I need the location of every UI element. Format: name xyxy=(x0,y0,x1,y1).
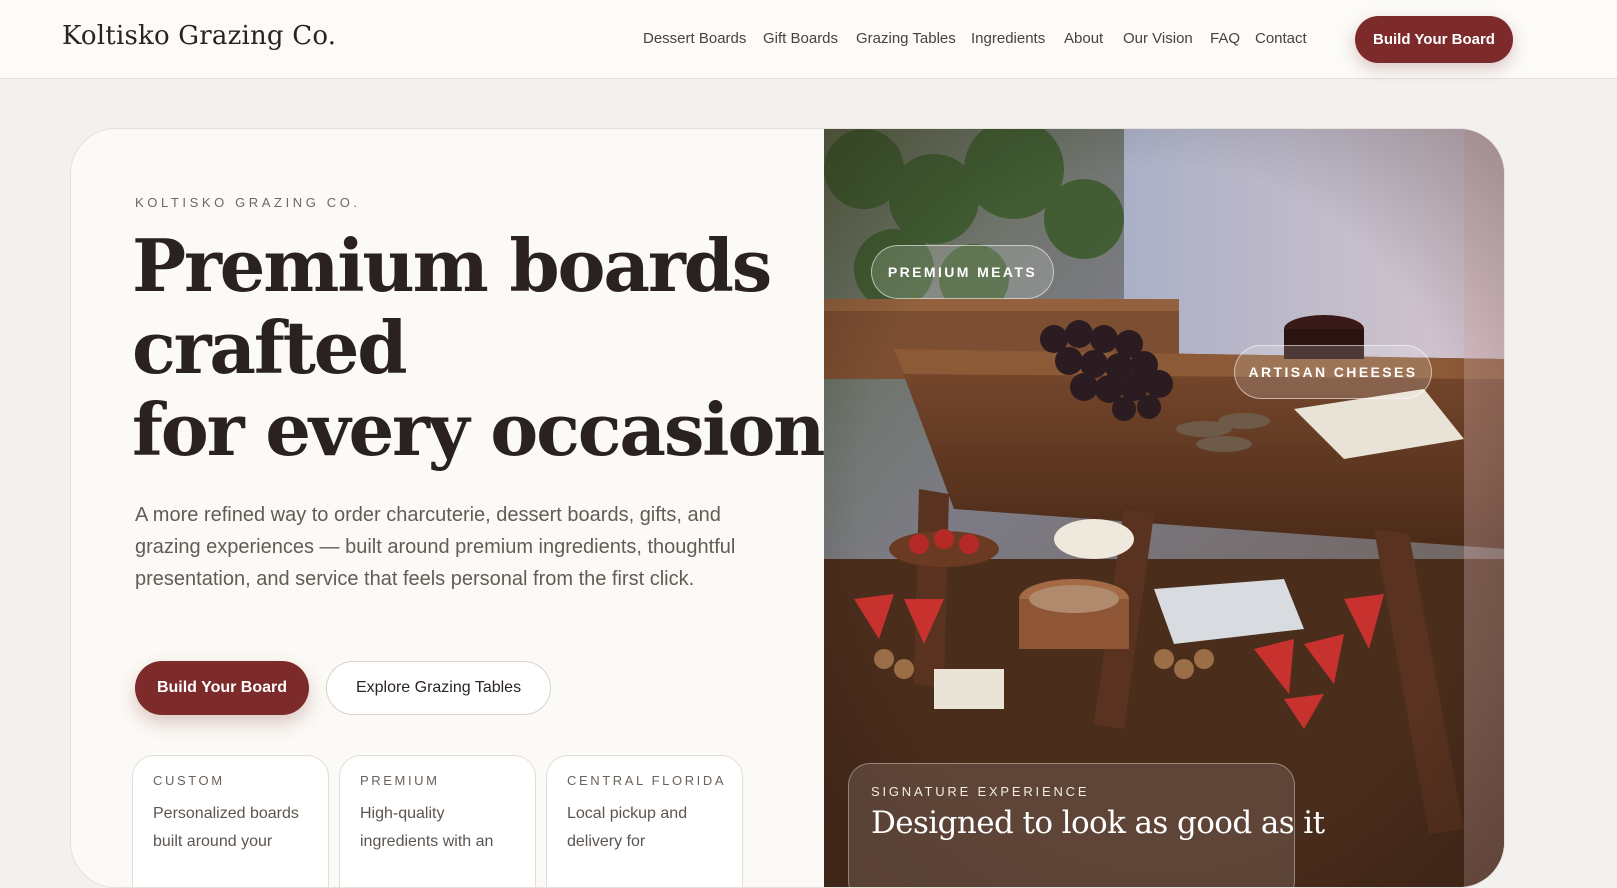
signature-title: Designed to look as good as it xyxy=(871,805,1325,841)
header-build-board-button[interactable]: Build Your Board xyxy=(1355,16,1513,63)
feature-text: Local pickup and delivery for xyxy=(567,805,688,850)
brand-logo[interactable]: Koltisko Grazing Co. xyxy=(62,21,336,51)
build-board-button[interactable]: Build Your Board xyxy=(135,661,309,715)
nav-ingredients[interactable]: Ingredients xyxy=(971,30,1045,47)
nav-grazing-tables[interactable]: Grazing Tables xyxy=(856,30,956,47)
nav-our-vision[interactable]: Our Vision xyxy=(1123,30,1193,47)
signature-experience-card: SIGNATURE EXPERIENCE Designed to look as… xyxy=(848,763,1325,887)
nav-dessert-boards[interactable]: Dessert Boards xyxy=(643,30,746,47)
hero-description: A more refined way to order charcuterie,… xyxy=(135,504,736,590)
hero-card: KOLTISKO GRAZING CO. Premium boards craf… xyxy=(70,128,1505,888)
feature-title: PREMIUM xyxy=(360,773,440,788)
headline-line-3: for every occasion. xyxy=(132,387,848,472)
explore-grazing-tables-button[interactable]: Explore Grazing Tables xyxy=(326,661,551,715)
headline-line-1: Premium boards xyxy=(132,223,772,308)
hero-headline: Premium boards crafted for every occasio… xyxy=(132,223,848,472)
nav-contact[interactable]: Contact xyxy=(1255,30,1307,47)
signature-eyebrow: SIGNATURE EXPERIENCE xyxy=(871,784,1090,799)
feature-text: High-quality ingredients with an xyxy=(360,805,494,850)
feature-title: CENTRAL FLORIDA xyxy=(567,773,727,788)
nav-about[interactable]: About xyxy=(1064,30,1103,47)
site-header: Koltisko Grazing Co. Dessert Boards Gift… xyxy=(0,0,1617,79)
tag-premium-meats: PREMIUM MEATS xyxy=(871,245,1054,299)
hero-eyebrow: KOLTISKO GRAZING CO. xyxy=(135,195,361,210)
feature-card-custom: CUSTOM Personalized boards built around … xyxy=(132,755,329,887)
feature-card-central-florida: CENTRAL FLORIDA Local pickup and deliver… xyxy=(546,755,743,887)
hero-photo: PREMIUM MEATS ARTISAN CHEESES SIGNATURE … xyxy=(824,129,1504,887)
feature-title: CUSTOM xyxy=(153,773,225,788)
nav-gift-boards[interactable]: Gift Boards xyxy=(763,30,838,47)
headline-line-2: crafted xyxy=(132,305,408,390)
nav-faq[interactable]: FAQ xyxy=(1210,30,1240,47)
feature-card-premium: PREMIUM High-quality ingredients with an xyxy=(339,755,536,887)
tag-artisan-cheeses: ARTISAN CHEESES xyxy=(1234,345,1432,399)
feature-text: Personalized boards built around your xyxy=(153,805,299,850)
